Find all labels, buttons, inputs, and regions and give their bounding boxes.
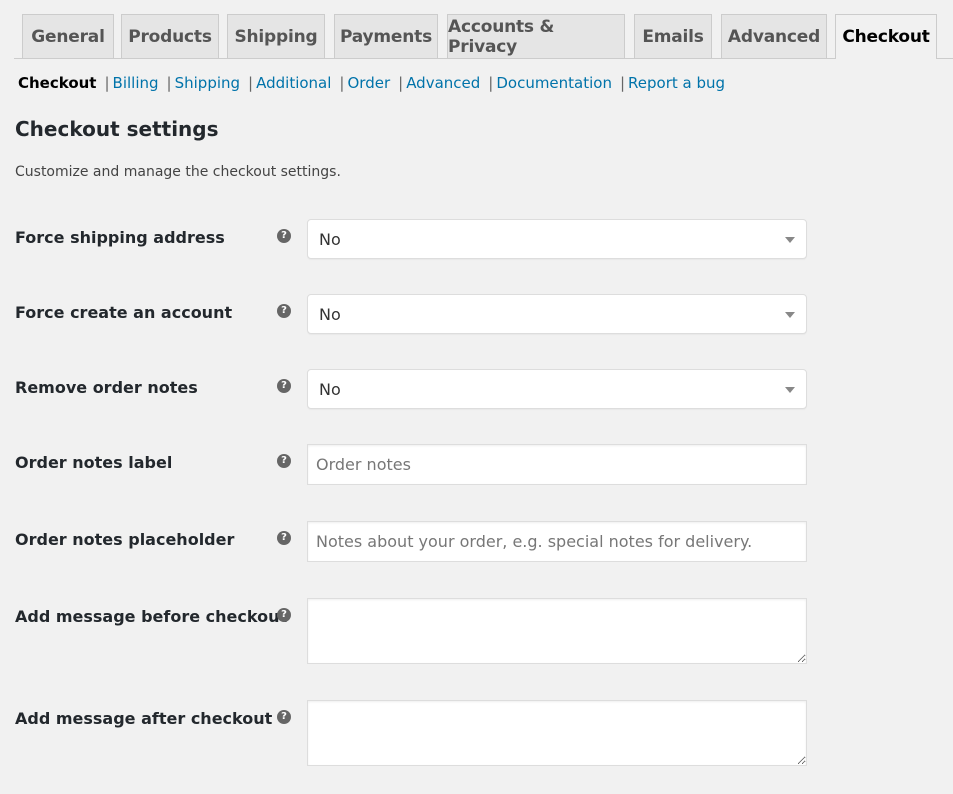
subnav-shipping[interactable]: Shipping bbox=[175, 74, 240, 92]
page-title: Checkout settings bbox=[15, 117, 219, 141]
order-notes-label-input[interactable] bbox=[307, 444, 807, 485]
select-value: No bbox=[319, 230, 341, 249]
help-icon[interactable]: ? bbox=[277, 379, 291, 393]
subnav-separator: | bbox=[339, 74, 345, 92]
field-label: Order notes placeholder bbox=[15, 530, 235, 549]
field-label: Add message before checkout bbox=[15, 607, 288, 626]
force-shipping-address-select[interactable]: No bbox=[307, 219, 807, 259]
subnav-separator: | bbox=[104, 74, 110, 92]
tab-general[interactable]: General bbox=[22, 14, 114, 58]
chevron-down-icon bbox=[785, 387, 795, 393]
field-label: Force shipping address bbox=[15, 228, 225, 247]
help-icon[interactable]: ? bbox=[277, 229, 291, 243]
message-before-checkout-textarea[interactable] bbox=[307, 598, 807, 664]
tab-checkout[interactable]: Checkout bbox=[835, 14, 937, 59]
subnav-separator: | bbox=[619, 74, 626, 92]
tab-shipping[interactable]: Shipping bbox=[227, 14, 325, 58]
field-label: Add message after checkout bbox=[15, 709, 273, 728]
help-icon[interactable]: ? bbox=[277, 710, 291, 724]
tab-emails[interactable]: Emails bbox=[634, 14, 712, 58]
field-label: Order notes label bbox=[15, 453, 173, 472]
help-icon[interactable]: ? bbox=[277, 531, 291, 545]
page-description: Customize and manage the checkout settin… bbox=[15, 164, 341, 180]
select-value: No bbox=[319, 380, 341, 399]
subnav-checkout[interactable]: Checkout bbox=[18, 74, 96, 92]
help-icon[interactable]: ? bbox=[277, 608, 291, 622]
settings-tabs: General Products Shipping Payments Accou… bbox=[0, 0, 953, 59]
subnav-separator: | bbox=[398, 74, 404, 92]
subnav-separator: | bbox=[166, 74, 172, 92]
force-create-account-select[interactable]: No bbox=[307, 294, 807, 334]
sub-navigation: Checkout | Billing | Shipping | Addition… bbox=[18, 72, 725, 94]
subnav-separator: | bbox=[488, 74, 494, 92]
chevron-down-icon bbox=[785, 312, 795, 318]
order-notes-placeholder-input[interactable] bbox=[307, 521, 807, 562]
help-icon[interactable]: ? bbox=[277, 304, 291, 318]
tabs-divider bbox=[14, 58, 953, 59]
subnav-documentation[interactable]: Documentation bbox=[496, 74, 612, 92]
field-label: Remove order notes bbox=[15, 378, 198, 397]
subnav-advanced[interactable]: Advanced bbox=[406, 74, 480, 92]
subnav-additional[interactable]: Additional bbox=[256, 74, 331, 92]
tab-payments[interactable]: Payments bbox=[334, 14, 438, 58]
subnav-report-bug[interactable]: Report a bug bbox=[628, 74, 725, 92]
subnav-billing[interactable]: Billing bbox=[113, 74, 159, 92]
subnav-separator: | bbox=[248, 74, 254, 92]
message-after-checkout-textarea[interactable] bbox=[307, 700, 807, 766]
subnav-order[interactable]: Order bbox=[347, 74, 390, 92]
tab-advanced[interactable]: Advanced bbox=[721, 14, 827, 58]
help-icon[interactable]: ? bbox=[277, 454, 291, 468]
tab-products[interactable]: Products bbox=[121, 14, 219, 58]
tab-accounts-privacy[interactable]: Accounts & Privacy bbox=[447, 14, 625, 58]
chevron-down-icon bbox=[785, 237, 795, 243]
field-label: Force create an account bbox=[15, 303, 233, 322]
remove-order-notes-select[interactable]: No bbox=[307, 369, 807, 409]
select-value: No bbox=[319, 305, 341, 324]
